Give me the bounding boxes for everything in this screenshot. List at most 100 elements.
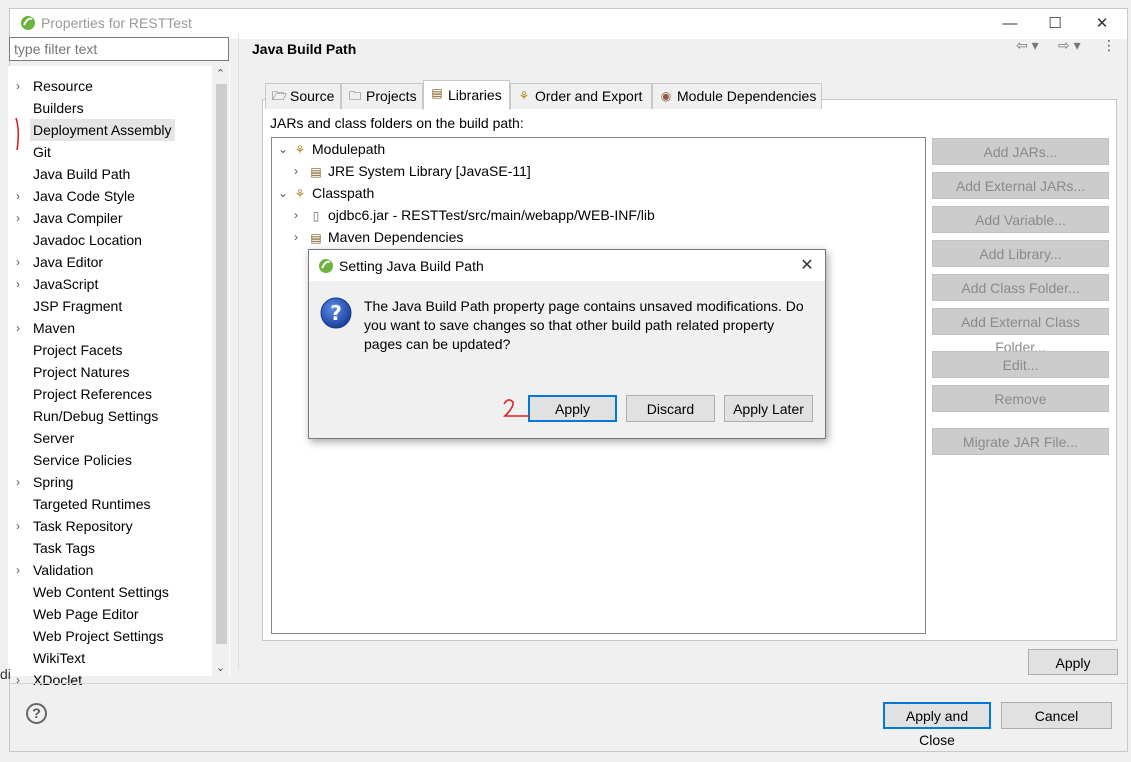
scroll-down-icon[interactable]: ⌄ xyxy=(212,660,229,676)
tree-item-label: Git xyxy=(33,144,51,160)
entry-label: JRE System Library [JavaSE-11] xyxy=(328,163,531,179)
question-icon: ? xyxy=(320,297,352,329)
tree-item-label: Validation xyxy=(33,562,94,578)
tree-item-label: Run/Debug Settings xyxy=(33,408,159,424)
dialog-discard-button[interactable]: Discard xyxy=(626,395,715,422)
libraries-icon: ▤ xyxy=(431,86,443,100)
save-changes-dialog: Setting Java Build Path ✕ ? The Java Bui… xyxy=(308,249,826,439)
chevron-right-icon[interactable]: › xyxy=(16,185,28,207)
tab-module-dependencies[interactable]: ◉ Module Dependencies xyxy=(652,83,822,109)
back-icon[interactable]: ⇦ ▾ xyxy=(1016,37,1039,54)
edit-button[interactable]: Edit... xyxy=(932,351,1109,378)
chevron-right-icon[interactable]: › xyxy=(16,273,28,295)
chevron-right-icon[interactable]: › xyxy=(16,471,28,493)
apply-button[interactable]: Apply xyxy=(1028,649,1118,675)
tree-item-label: Resource xyxy=(33,78,93,94)
scroll-up-icon[interactable]: ⌃ xyxy=(212,66,229,82)
add-variable-button[interactable]: Add Variable... xyxy=(932,206,1109,233)
tree-item-label: Javadoc Location xyxy=(33,232,142,248)
chevron-right-icon[interactable]: › xyxy=(16,317,28,339)
tab-projects[interactable]: 🗀 Projects xyxy=(341,83,423,109)
dialog-title-bar: Setting Java Build Path ✕ xyxy=(309,250,825,281)
chevron-down-icon[interactable]: ⌄ xyxy=(278,182,290,204)
tab-label: Projects xyxy=(366,88,417,104)
annotation-mark-1 xyxy=(15,117,20,151)
tab-libraries[interactable]: ▤ Libraries xyxy=(423,80,510,110)
chevron-right-icon[interactable]: › xyxy=(294,160,306,182)
tree-item-label: Task Tags xyxy=(33,540,95,556)
chevron-right-icon[interactable]: › xyxy=(16,669,28,691)
dialog-title: Setting Java Build Path xyxy=(339,258,484,274)
tree-item-label: Deployment Assembly xyxy=(30,119,175,141)
maximize-button[interactable]: ☐ xyxy=(1043,13,1067,35)
view-menu-icon[interactable]: ⋮ xyxy=(1102,37,1116,54)
tree-item-label: Maven xyxy=(33,320,76,336)
library-icon: ▤ xyxy=(310,165,322,179)
dialog-apply-button[interactable]: Apply xyxy=(528,395,617,422)
tree-item-label: Service Policies xyxy=(33,452,132,468)
tree-item-label: Targeted Runtimes xyxy=(33,496,151,512)
tab-source[interactable]: 🗁 Source xyxy=(265,83,341,109)
tree-item-label: Project References xyxy=(33,386,153,402)
tree-item-label: XDoclet xyxy=(33,672,83,688)
modulepath-icon: ⚘ xyxy=(294,143,306,157)
apply-and-close-button[interactable]: Apply and Close xyxy=(883,702,991,748)
entry-label: Modulepath xyxy=(312,141,386,157)
tree-item-label: JavaScript xyxy=(33,276,99,292)
dialog-message: The Java Build Path property page contai… xyxy=(364,298,804,352)
tree-item-label: Java Code Style xyxy=(33,188,135,204)
tree-scrollbar[interactable]: ⌃ ⌄ xyxy=(212,66,229,676)
library-icon: ▤ xyxy=(310,231,322,245)
add-library-button[interactable]: Add Library... xyxy=(932,240,1109,267)
chevron-right-icon[interactable]: › xyxy=(16,251,28,273)
chevron-right-icon[interactable]: › xyxy=(294,226,306,248)
minimize-button[interactable]: — xyxy=(998,13,1022,35)
cancel-button[interactable]: Cancel xyxy=(1001,702,1112,729)
migrate-jar-button[interactable]: Migrate JAR File... xyxy=(932,428,1109,455)
tree-item-label: Web Page Editor xyxy=(33,606,139,622)
tree-item-label: WikiText xyxy=(33,650,86,666)
source-folder-icon: 🗁 xyxy=(272,89,287,103)
remove-button[interactable]: Remove xyxy=(932,385,1109,412)
partial-edge-text: di xyxy=(0,666,11,682)
close-button[interactable]: ✕ xyxy=(1090,13,1114,35)
chevron-down-icon[interactable]: ⌄ xyxy=(278,138,290,160)
chevron-right-icon[interactable]: › xyxy=(294,204,306,226)
add-external-class-folder-button[interactable]: Add External Class Folder... xyxy=(932,308,1109,355)
svg-text:?: ? xyxy=(330,301,342,325)
entry-label: Classpath xyxy=(312,185,375,201)
entry-label: ojdbc6.jar - RESTTest/src/main/webapp/WE… xyxy=(328,207,655,223)
help-icon[interactable]: ? xyxy=(26,703,47,724)
tab-label: Source xyxy=(290,88,335,104)
scrollbar-thumb[interactable] xyxy=(216,84,227,644)
tab-label: Order and Export xyxy=(535,88,643,104)
add-jars-button[interactable]: Add JARs... xyxy=(932,138,1109,165)
chevron-right-icon[interactable]: › xyxy=(16,75,28,97)
tree-item-label: Java Editor xyxy=(33,254,104,270)
module-icon: ◉ xyxy=(660,89,672,103)
add-external-jars-button[interactable]: Add External JARs... xyxy=(932,172,1109,199)
window-title: Properties for RESTTest xyxy=(41,15,192,31)
jar-icon: ▯ xyxy=(312,209,320,223)
chevron-right-icon[interactable]: › xyxy=(16,207,28,229)
chevron-right-icon[interactable]: › xyxy=(16,515,28,537)
entry-label: Maven Dependencies xyxy=(328,229,464,245)
chevron-right-icon[interactable]: › xyxy=(16,559,28,581)
page-title: Java Build Path xyxy=(252,41,357,57)
dialog-apply-later-button[interactable]: Apply Later xyxy=(724,395,813,422)
tree-item-label: Java Compiler xyxy=(33,210,123,226)
filter-input[interactable] xyxy=(9,37,229,61)
order-export-icon: ⚘ xyxy=(518,89,530,103)
tree-item-label: Project Natures xyxy=(33,364,130,380)
add-class-folder-button[interactable]: Add Class Folder... xyxy=(932,274,1109,301)
footer-divider xyxy=(9,683,1128,684)
tree-item-label: Task Repository xyxy=(33,518,133,534)
annotation-mark-2 xyxy=(503,399,530,417)
forward-icon[interactable]: ⇨ ▾ xyxy=(1058,37,1081,54)
tree-item-label: Web Content Settings xyxy=(33,584,169,600)
tab-label: Libraries xyxy=(448,87,502,103)
jars-label: JARs and class folders on the build path… xyxy=(270,115,524,131)
dialog-close-button[interactable]: ✕ xyxy=(797,255,817,275)
tab-order-export[interactable]: ⚘ Order and Export xyxy=(510,83,652,109)
panel-sash[interactable] xyxy=(238,34,239,669)
